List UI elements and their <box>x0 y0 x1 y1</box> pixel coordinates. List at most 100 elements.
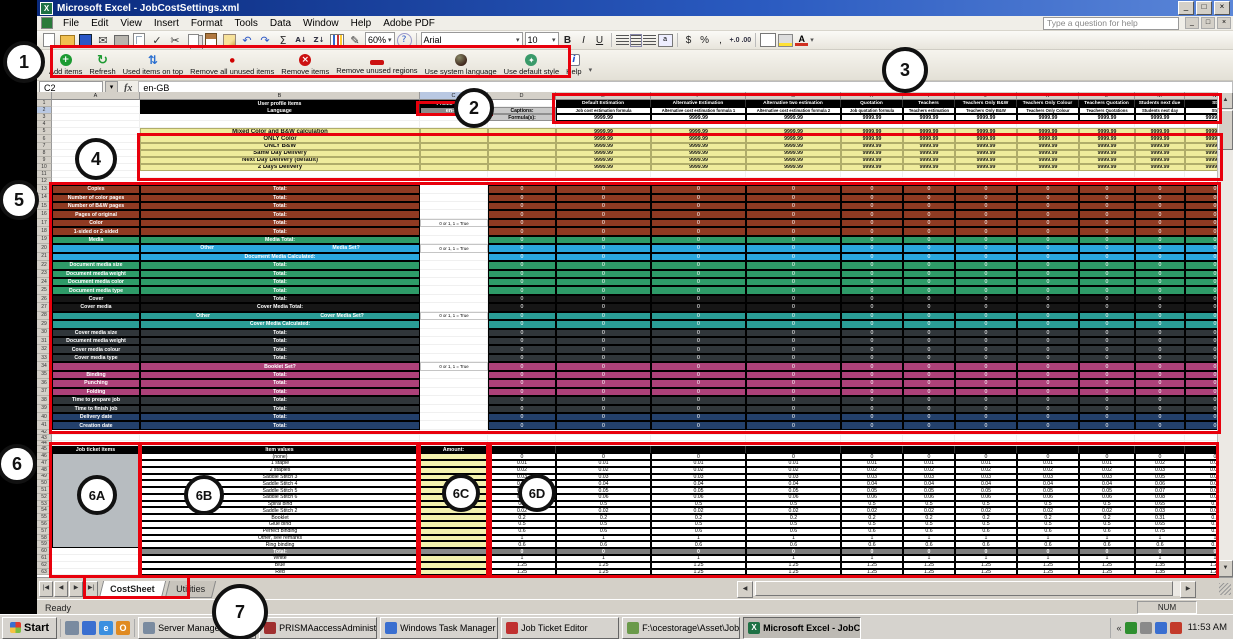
grid-cell[interactable]: 0 <box>746 405 841 413</box>
grid-cell[interactable]: Color <box>52 219 140 227</box>
grid-cell[interactable]: 0 <box>841 312 903 320</box>
grid-cell[interactable]: 0.2 <box>1017 514 1079 521</box>
grid-cell[interactable]: 0 <box>1079 303 1135 311</box>
grid-cell[interactable]: 1 <box>746 535 841 542</box>
grid-cell[interactable]: 0 <box>488 379 556 387</box>
grid-cell[interactable]: 0.06 <box>1017 494 1079 501</box>
grid-cell[interactable]: Job cost estimation formula <box>556 107 651 114</box>
grid-cell[interactable]: 9999.99 <box>841 135 903 142</box>
grid-cell[interactable]: 0 <box>841 219 903 227</box>
grid-cell[interactable]: 0 <box>651 329 746 337</box>
grid-cell[interactable]: 9999.99 <box>1017 157 1079 164</box>
grid-cell[interactable]: Next Day Delivery (default) <box>140 157 420 164</box>
grid-cell[interactable]: Ring binding <box>140 541 420 548</box>
grid-cell[interactable] <box>841 178 903 185</box>
grid-cell[interactable]: 0.5 <box>556 501 651 508</box>
grid-cell[interactable]: 0 <box>556 286 651 294</box>
grid-cell[interactable]: 0.05 <box>556 487 651 494</box>
tab-nav-1[interactable]: ◀ <box>54 581 68 597</box>
print-icon[interactable] <box>113 33 129 48</box>
grid-cell[interactable]: 0 <box>651 303 746 311</box>
row-header-21[interactable]: 21 <box>37 253 52 261</box>
grid-cell[interactable]: 1.25 <box>746 562 841 569</box>
grid-cell[interactable]: 0.04 <box>1017 480 1079 487</box>
grid-cell[interactable]: 0 or 1, 1 = True <box>420 219 488 227</box>
grid-cell[interactable]: 0 <box>488 295 556 303</box>
grid-cell[interactable]: 0 <box>746 303 841 311</box>
row-header-36[interactable]: 36 <box>37 379 52 387</box>
grid-cell[interactable] <box>1185 121 1218 128</box>
grid-cell[interactable]: 0 <box>903 337 955 345</box>
grid-cell[interactable]: 0 <box>651 210 746 218</box>
grid-cell[interactable]: 0 <box>651 219 746 227</box>
grid-cell[interactable]: 0 <box>1079 405 1135 413</box>
grid-cell[interactable]: 0.04 <box>1079 480 1135 487</box>
grid-cell[interactable]: 0 <box>1079 261 1135 269</box>
grid-cell[interactable]: 0 <box>1135 253 1185 261</box>
grid-cell[interactable]: 0 <box>1135 548 1185 555</box>
grid-cell[interactable]: 9999.99 <box>1185 164 1218 171</box>
grid-cell[interactable] <box>420 396 488 404</box>
grid-cell[interactable] <box>420 261 488 269</box>
grid-cell[interactable]: 9999.99 <box>746 164 841 171</box>
row-header-51[interactable]: 51 <box>37 487 52 494</box>
grid-cell[interactable]: 0 <box>651 194 746 202</box>
taskbar-button-windows-task-manager[interactable]: Windows Task Manager <box>380 617 498 639</box>
grid-cell[interactable]: 0 <box>651 227 746 235</box>
grid-cell[interactable]: 9999.99 <box>746 150 841 157</box>
grid-cell[interactable]: 9999.99 <box>841 143 903 150</box>
custom-button-used-items-on-top[interactable]: ⇅Used items on top <box>123 54 183 76</box>
grid-cell[interactable]: 0 <box>955 329 1017 337</box>
grid-cell[interactable]: 0.01 <box>955 460 1017 467</box>
grid-cell[interactable]: 0 <box>1185 295 1218 303</box>
grid-cell[interactable] <box>420 388 488 396</box>
grid-cell[interactable]: 0 <box>1135 345 1185 353</box>
grid-cell[interactable]: 0.06 <box>841 494 903 501</box>
row-header-29[interactable]: 29 <box>37 320 52 328</box>
grid-cell[interactable] <box>488 143 556 150</box>
grid-cell[interactable]: 0 <box>1135 236 1185 244</box>
select-all-corner[interactable] <box>37 92 52 100</box>
grid-cell[interactable] <box>1017 178 1079 185</box>
grid-cell[interactable]: 9999.99 <box>1135 114 1185 121</box>
tray-green-icon[interactable] <box>1125 622 1137 634</box>
scroll-right-icon[interactable]: ▶ <box>1180 581 1196 598</box>
grid-cell[interactable] <box>488 150 556 157</box>
grid-cell[interactable] <box>420 135 488 142</box>
grid-cell[interactable]: 1.25 <box>1017 562 1079 569</box>
grid-cell[interactable]: 1.35 <box>1135 569 1185 576</box>
row-header-7[interactable]: 7 <box>37 143 52 150</box>
grid-cell[interactable]: 9999.99 <box>556 135 651 142</box>
grid-cell[interactable] <box>52 171 140 178</box>
grid-cell[interactable]: 0 <box>1135 210 1185 218</box>
custom-button-add-items[interactable]: +Add items <box>49 54 82 76</box>
grid-cell[interactable]: 0.2 <box>903 514 955 521</box>
grid-cell[interactable] <box>651 121 746 128</box>
grid-cell[interactable]: 0 <box>488 337 556 345</box>
grid-cell[interactable]: Creation date <box>52 421 140 429</box>
grid-cell[interactable]: 0.01 <box>1017 460 1079 467</box>
grid-cell[interactable]: 0 <box>841 362 903 370</box>
grid-cell[interactable]: 0.02 <box>1079 467 1135 474</box>
grid-cell[interactable] <box>52 107 140 114</box>
grid-cell[interactable]: 0 <box>903 396 955 404</box>
grid-cell[interactable] <box>52 178 140 185</box>
grid-cell[interactable]: 0 <box>903 236 955 244</box>
grid-cell[interactable]: 0 <box>1017 337 1079 345</box>
grid-cell[interactable]: 9999.99 <box>1079 114 1135 121</box>
grid-cell[interactable]: 0.6 <box>1079 541 1135 548</box>
grid-cell[interactable]: 0 <box>651 320 746 328</box>
grid-cell[interactable]: 0 <box>1017 405 1079 413</box>
grid-cell[interactable]: 9999.99 <box>556 143 651 150</box>
grid-cell[interactable]: 1.25 <box>556 569 651 576</box>
grid-cell[interactable]: 0 <box>1135 303 1185 311</box>
grid-cell[interactable]: 0.02 <box>651 507 746 514</box>
grid-cell[interactable]: 9999.99 <box>651 150 746 157</box>
grid-cell[interactable]: Teachers Quotation <box>1079 100 1135 107</box>
hscroll-thumb[interactable] <box>755 581 1173 596</box>
grid-cell[interactable]: 0 <box>841 405 903 413</box>
grid-cell[interactable]: 0.6 <box>955 541 1017 548</box>
grid-cell[interactable] <box>420 320 488 328</box>
grid-cell[interactable]: 0.03 <box>651 474 746 481</box>
column-header-D[interactable]: D <box>488 92 556 100</box>
